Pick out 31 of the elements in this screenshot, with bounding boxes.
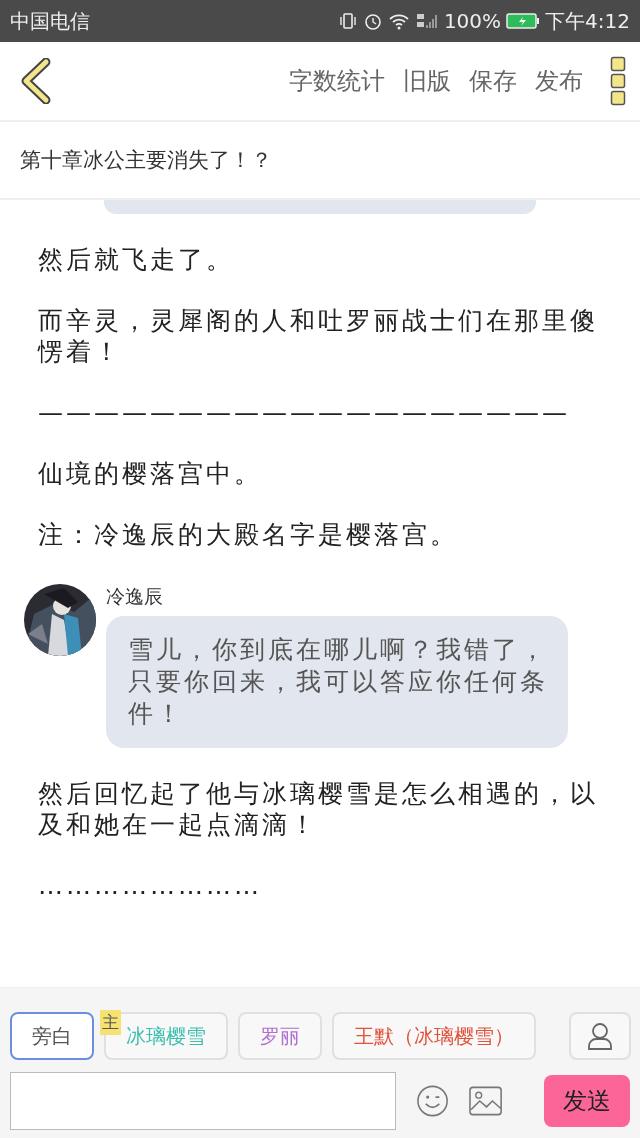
toolbar-action[interactable]: 发布 <box>526 65 592 97</box>
image-icon[interactable] <box>468 1086 502 1116</box>
vibrate-icon <box>337 11 358 31</box>
story-paragraph: 然后回忆起了他与冰璃樱雪是怎么相遇的，以及和她在一起点滴滴！ <box>38 778 599 840</box>
message-input[interactable] <box>10 1072 396 1130</box>
toolbar-action[interactable]: 保存 <box>460 65 526 97</box>
speaker-name: 冷逸辰 <box>106 584 164 609</box>
battery-icon <box>506 12 541 30</box>
send-button[interactable]: 发送 <box>544 1075 630 1127</box>
more-icon[interactable] <box>610 56 626 106</box>
story-paragraph: 然后就飞走了。 <box>38 244 235 275</box>
carrier-name: 中国电信 <box>10 7 90 35</box>
character-chip[interactable]: 王默（冰璃樱雪） <box>332 1012 536 1060</box>
story-paragraph: …………………… <box>38 870 263 901</box>
chat-bubble: 雪儿，你到底在哪儿啊？我错了，只要你回来，我可以答应你任何条件！ <box>106 616 568 748</box>
character-chip[interactable]: 罗丽 <box>238 1012 322 1060</box>
toolbar-action[interactable]: 字数统计 <box>280 65 394 97</box>
emoji-icon[interactable] <box>415 1084 449 1118</box>
signal-icon <box>414 11 439 31</box>
person-button[interactable] <box>569 1012 631 1060</box>
story-paragraph: 注：冷逸辰的大殿名字是樱落宫。 <box>38 519 459 550</box>
battery-percent: 100% <box>443 9 502 33</box>
story-paragraph: 而辛灵，灵犀阁的人和吐罗丽战士们在那里傻愣着！ <box>38 305 599 367</box>
clock-time: 下午4:12 <box>545 7 630 35</box>
lead-badge: 主 <box>100 1010 121 1035</box>
person-icon <box>587 1022 613 1050</box>
story-paragraph: ——————————————————— <box>38 397 571 428</box>
character-chip[interactable]: 旁白 <box>10 1012 94 1060</box>
story-paragraph: 仙境的樱落宫中。 <box>38 458 263 489</box>
toolbar-action[interactable]: 旧版 <box>394 65 460 97</box>
alarm-icon <box>362 11 383 31</box>
